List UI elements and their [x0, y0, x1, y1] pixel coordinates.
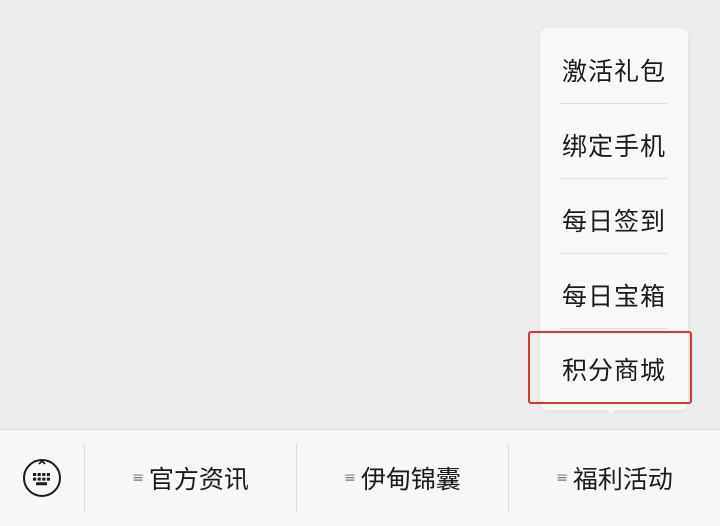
popup-pointer	[603, 405, 619, 414]
submenu-item-label: 绑定手机	[561, 131, 666, 161]
bottom-menu-bar: ≡ 官方资讯 ≡ 伊甸锦囊 ≡ 福利活动	[0, 429, 720, 526]
divider	[560, 328, 668, 329]
wechat-official-account-screen: 激活礼包 绑定手机 每日签到 每日宝箱 积分商城 ≡ 官方资讯 ≡ 伊甸锦囊 ≡…	[0, 0, 720, 526]
menu-label: 伊甸锦囊	[360, 465, 461, 494]
submenu-item-daily-chest[interactable]: 每日宝箱	[540, 257, 688, 332]
menu-label: 福利活动	[572, 465, 673, 494]
menu-welfare-activities[interactable]: ≡ 福利活动	[509, 430, 720, 526]
menu-lines-icon: ≡	[132, 470, 144, 486]
divider	[560, 253, 668, 254]
submenu-item-label: 每日宝箱	[561, 281, 666, 311]
keyboard-toggle-button[interactable]	[0, 430, 84, 526]
divider	[560, 103, 668, 104]
submenu-item-daily-checkin[interactable]: 每日签到	[540, 182, 688, 257]
keyboard-icon	[23, 459, 61, 497]
divider	[560, 178, 668, 179]
submenu-item-label: 激活礼包	[561, 56, 666, 86]
menu-official-news[interactable]: ≡ 官方资讯	[85, 430, 296, 526]
submenu-item-label: 每日签到	[561, 206, 666, 236]
menu-label: 官方资讯	[148, 465, 249, 494]
menu-lines-icon: ≡	[344, 470, 356, 486]
submenu-item-bind-phone[interactable]: 绑定手机	[540, 107, 688, 182]
highlight-annotation	[528, 331, 692, 404]
menu-lines-icon: ≡	[556, 470, 568, 486]
menu-eden-tips[interactable]: ≡ 伊甸锦囊	[297, 430, 508, 526]
submenu-item-activate-gift[interactable]: 激活礼包	[540, 32, 688, 107]
